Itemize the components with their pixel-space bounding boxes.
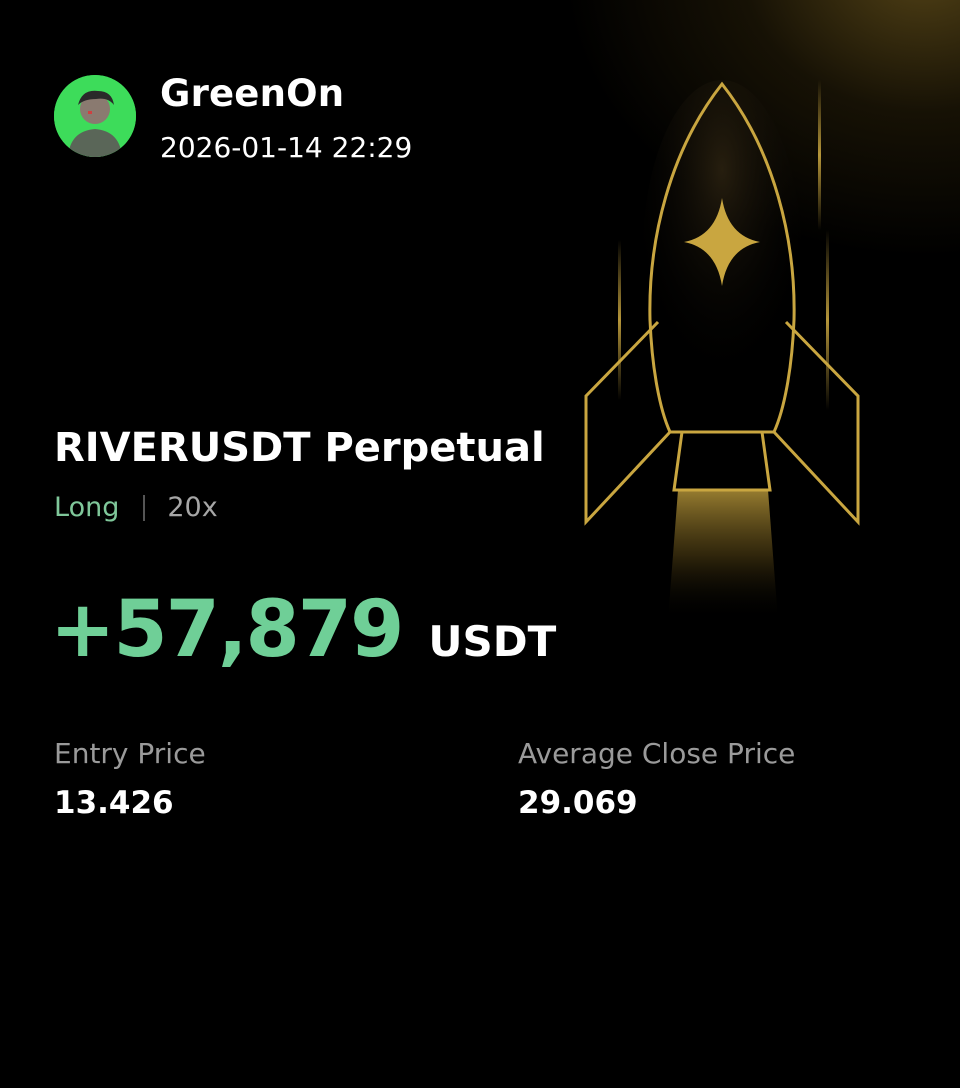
position-meta: Long 20x xyxy=(54,492,218,523)
share-timestamp: 2026-01-14 22:29 xyxy=(160,131,413,164)
average-close-price-value: 29.069 xyxy=(518,785,638,821)
user-avatar-icon xyxy=(54,75,136,157)
contract-pair: RIVERUSDT Perpetual xyxy=(54,425,545,471)
position-side: Long xyxy=(54,492,120,523)
pnl-block: +57,879 USDT xyxy=(50,585,556,675)
username: GreenOn xyxy=(160,72,345,115)
entry-price-value: 13.426 xyxy=(54,785,174,821)
pnl-share-card: GreenOn 2026-01-14 22:29 RIVERUSDT Perpe… xyxy=(0,0,960,1088)
pnl-value: +57,879 xyxy=(50,585,404,675)
pnl-unit: USDT xyxy=(428,617,557,666)
leverage: 20x xyxy=(167,492,218,523)
divider xyxy=(143,494,146,521)
average-close-price-label: Average Close Price xyxy=(518,737,796,770)
rocket-icon xyxy=(560,60,880,620)
entry-price-label: Entry Price xyxy=(54,737,206,770)
